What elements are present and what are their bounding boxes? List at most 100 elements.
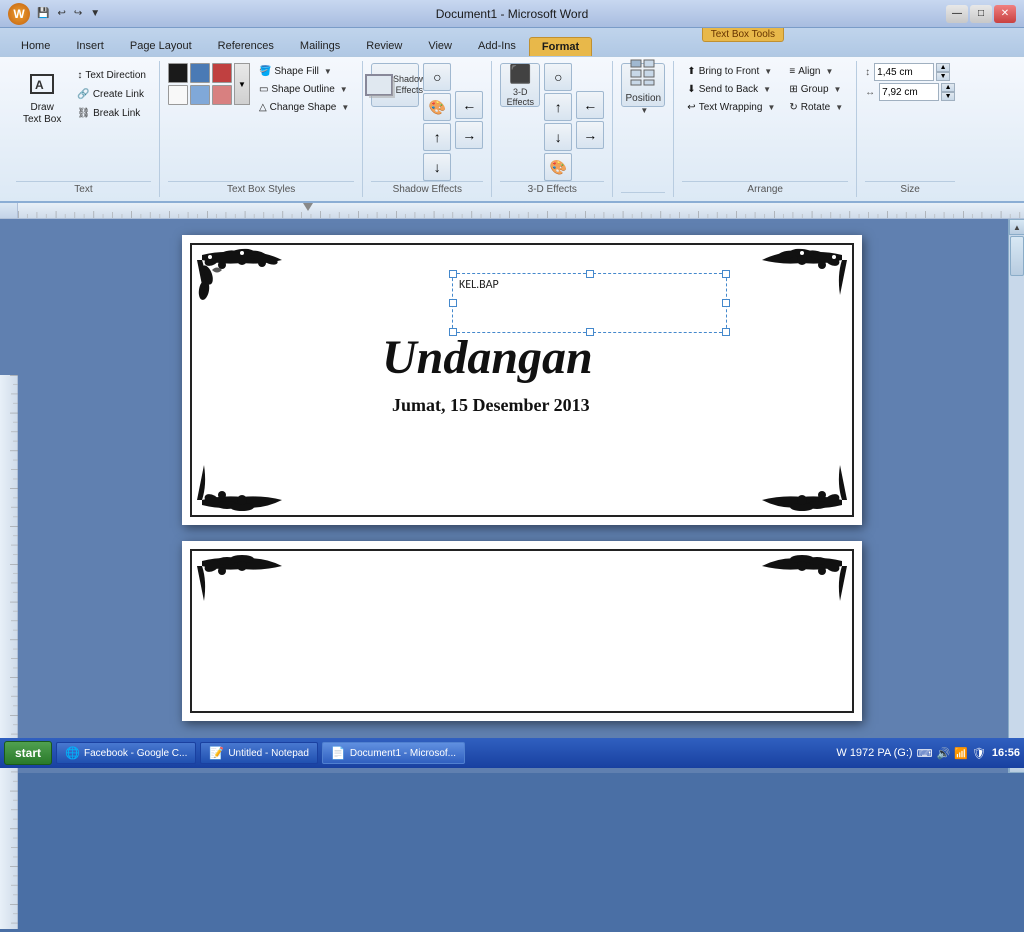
text-direction-button[interactable]: ↕ Text Direction	[72, 67, 151, 84]
start-button[interactable]: start	[4, 741, 52, 765]
shadow-color-button[interactable]: 🎨	[423, 93, 451, 121]
shadow-effects-col: ShadowEffects	[371, 63, 419, 107]
create-link-button[interactable]: 🔗 Create Link	[72, 86, 151, 103]
handle-ml[interactable]	[449, 299, 457, 307]
scroll-track[interactable]	[1009, 235, 1024, 757]
height-increment[interactable]: ▲	[936, 63, 950, 72]
word-icon: 📄	[331, 746, 346, 760]
facebook-icon: 🌐	[65, 746, 80, 760]
office-button[interactable]: W	[8, 3, 30, 25]
handle-tr[interactable]	[722, 270, 730, 278]
doc-scroll-area[interactable]: KEL.BAP Undangan Jumat, 15 Desember 2013	[36, 219, 1008, 773]
customize-quick-btn[interactable]: ▼	[87, 6, 103, 21]
align-button[interactable]: ≡ Align ▼	[784, 63, 848, 80]
swatch-blue[interactable]	[190, 63, 210, 83]
tab-mailings[interactable]: Mailings	[287, 36, 353, 56]
shadow-nudge-right-button[interactable]: →	[455, 121, 483, 149]
tab-add-ins[interactable]: Add-Ins	[465, 36, 529, 56]
swatch-white[interactable]	[168, 85, 188, 105]
tab-page-layout[interactable]: Page Layout	[117, 36, 205, 56]
width-input[interactable]	[879, 83, 939, 101]
3d-color-button[interactable]: 🎨	[544, 153, 572, 181]
change-shape-button[interactable]: △ Change Shape ▼	[254, 99, 354, 116]
create-link-label: Create Link	[93, 89, 144, 100]
shape-outline-button[interactable]: ▭ Shape Outline ▼	[254, 81, 354, 98]
save-quick-btn[interactable]: 💾	[34, 6, 52, 21]
redo-quick-btn[interactable]: ↪	[71, 6, 85, 21]
3d-tilt-up-button[interactable]: ↑	[544, 93, 572, 121]
3d-tilt-left-button[interactable]: ←	[576, 91, 604, 119]
window-title: Document1 - Microsoft Word	[436, 7, 589, 21]
minimize-button[interactable]: —	[946, 5, 968, 23]
facebook-label: Facebook - Google C...	[84, 748, 187, 759]
shadow-nudge-left-button[interactable]: ←	[455, 91, 483, 119]
text-wrap-arrow: ▼	[767, 103, 775, 112]
3d-onoff-button[interactable]: ○	[544, 63, 572, 91]
shadow-onoff-button[interactable]: ○	[423, 63, 451, 91]
swatch-lightred[interactable]	[212, 85, 232, 105]
height-decrement[interactable]: ▼	[936, 72, 950, 81]
swatch-red[interactable]	[212, 63, 232, 83]
3d-effects-label: 3-DEffects	[507, 87, 534, 107]
shape-outline-label: Shape Outline	[271, 84, 334, 95]
shadow-nudge-down-button[interactable]: ↓	[423, 153, 451, 181]
width-increment[interactable]: ▲	[941, 83, 955, 92]
vertical-scrollbar[interactable]: ▲ ▼	[1008, 219, 1024, 773]
handle-tl[interactable]	[449, 270, 457, 278]
position-button[interactable]: Position ▼	[621, 63, 665, 107]
taskbar-item-facebook[interactable]: 🌐 Facebook - Google C...	[56, 742, 196, 764]
handle-br[interactable]	[722, 328, 730, 336]
ribbon-group-textbox-styles: ▼ 🪣 Shape Fill ▼ ▭ Shape Outline ▼	[160, 61, 363, 197]
text-wrapping-button[interactable]: ↩ Text Wrapping ▼	[682, 99, 780, 116]
text-box-selected[interactable]: KEL.BAP	[452, 273, 727, 333]
text-group-label: Text	[16, 181, 151, 197]
taskbar-item-notepad[interactable]: 📝 Untitled - Notepad	[200, 742, 318, 764]
tab-home[interactable]: Home	[8, 36, 63, 56]
scroll-up-button[interactable]: ▲	[1009, 219, 1024, 235]
handle-mr[interactable]	[722, 299, 730, 307]
text-wrapping-label: Text Wrapping	[699, 102, 763, 113]
3d-effects-button[interactable]: ⬛ 3-DEffects	[500, 63, 540, 107]
bring-to-front-button[interactable]: ⬆ Bring to Front ▼	[682, 63, 780, 80]
3d-tilt-right-button[interactable]: →	[576, 121, 604, 149]
group-icon: ⊞	[789, 84, 797, 95]
title-bar: W 💾 ↩ ↪ ▼ Document1 - Microsoft Word — □…	[0, 0, 1024, 28]
swatch-more-button[interactable]: ▼	[234, 63, 250, 105]
shadow-effects-label-group: Shadow Effects	[371, 181, 483, 197]
shadow-effects-button[interactable]: ShadowEffects	[371, 63, 419, 107]
height-input[interactable]	[874, 63, 934, 81]
shape-fill-button[interactable]: 🪣 Shape Fill ▼	[254, 63, 354, 80]
tab-references[interactable]: References	[205, 36, 287, 56]
undo-quick-btn[interactable]: ↩	[54, 6, 68, 21]
rotate-button[interactable]: ↻ Rotate ▼	[784, 99, 848, 116]
tray-security-icon: 🛡	[972, 747, 986, 760]
maximize-button[interactable]: □	[970, 5, 992, 23]
close-button[interactable]: ✕	[994, 5, 1016, 23]
group-button[interactable]: ⊞ Group ▼	[784, 81, 848, 98]
send-to-back-button[interactable]: ⬇ Send to Back ▼	[682, 81, 780, 98]
floral-br	[722, 450, 852, 515]
shadow-nudge-up-button[interactable]: ↑	[423, 123, 451, 151]
office-logo: W	[13, 7, 24, 21]
3d-tilt-down-button[interactable]: ↓	[544, 123, 572, 151]
break-link-button[interactable]: ⛓ Break Link	[72, 105, 151, 122]
handle-tm[interactable]	[586, 270, 594, 278]
tab-format[interactable]: Format	[529, 37, 592, 56]
3d-icon: ⬛	[509, 64, 531, 85]
tray-keyboard-icon: ⌨	[917, 747, 933, 760]
draw-text-box-button[interactable]: A DrawText Box	[16, 63, 68, 131]
shadow-icon	[365, 74, 393, 96]
ribbon-group-text: A DrawText Box ↕ Text Direction 🔗 Create…	[8, 61, 160, 197]
swatch-black[interactable]	[168, 63, 188, 83]
tab-view[interactable]: View	[415, 36, 465, 56]
text-direction-label: Text Direction	[85, 70, 146, 81]
swatch-lightblue[interactable]	[190, 85, 210, 105]
notepad-label: Untitled - Notepad	[228, 748, 309, 759]
tab-review[interactable]: Review	[353, 36, 415, 56]
3d-nudge-buttons: ← →	[576, 63, 604, 149]
width-decrement[interactable]: ▼	[941, 92, 955, 101]
scroll-thumb[interactable]	[1010, 236, 1024, 276]
taskbar-item-word[interactable]: 📄 Document1 - Microsof...	[322, 742, 465, 764]
width-spinner: ▲ ▼	[941, 83, 955, 101]
tab-insert[interactable]: Insert	[63, 36, 117, 56]
